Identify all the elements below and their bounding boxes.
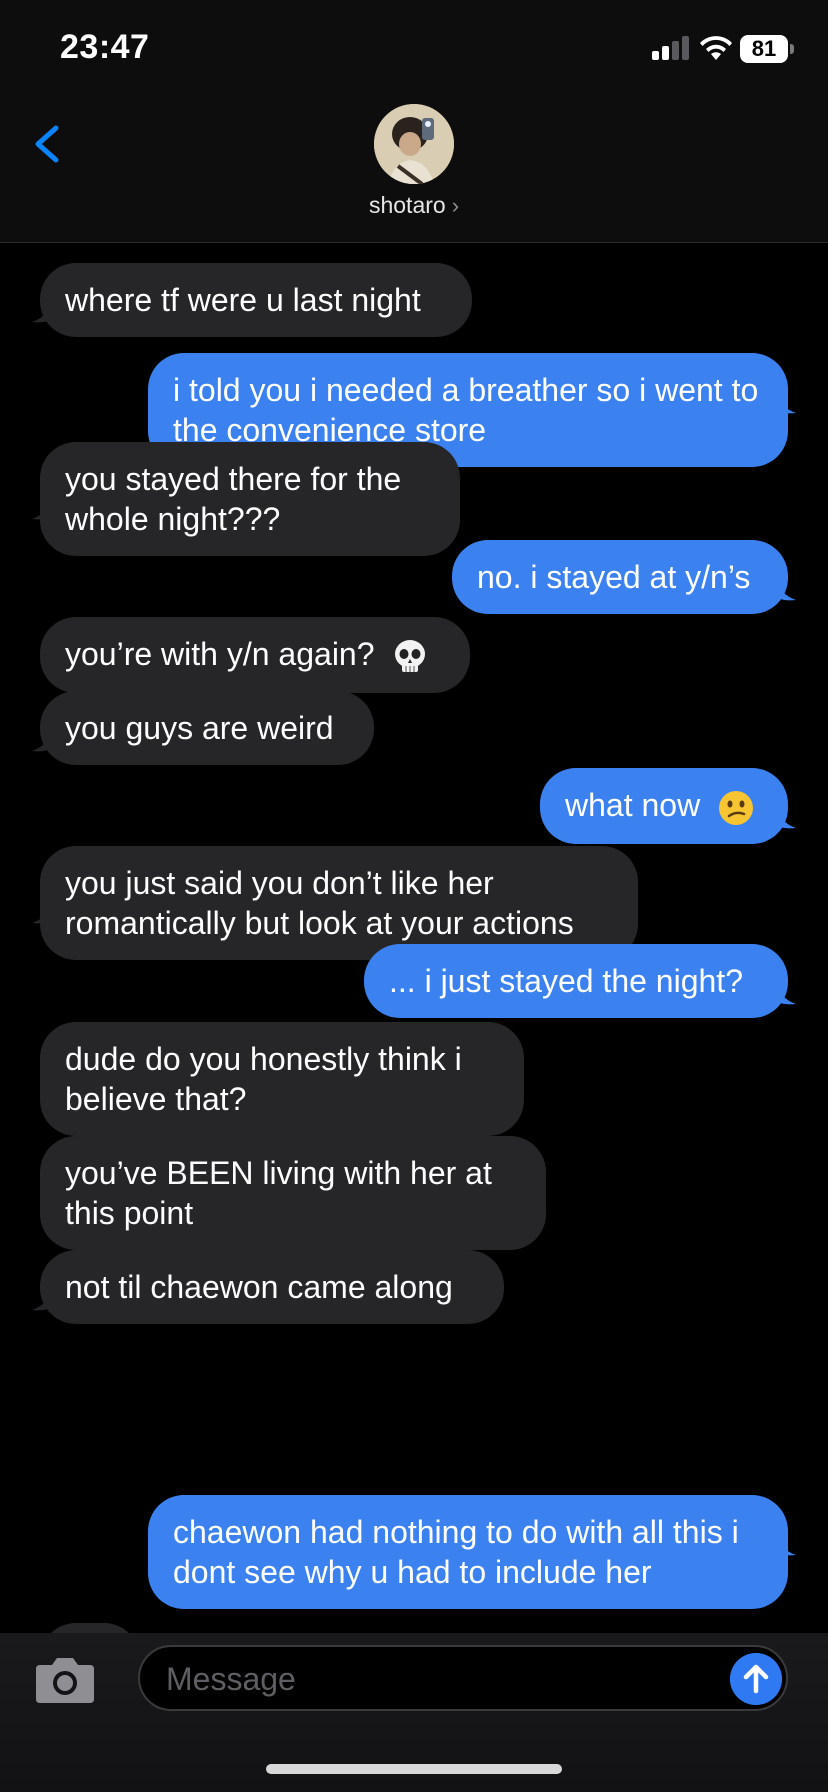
chevron-right-icon: › xyxy=(451,193,460,218)
message-text: you’re with y/n again? xyxy=(65,636,375,672)
message-bubble[interactable]: where tf were u last night xyxy=(40,263,472,337)
avatar-photo xyxy=(374,104,454,184)
message-text: chaewon had nothing to do with all this … xyxy=(173,1514,739,1590)
confused-face-emoji-icon xyxy=(719,790,754,825)
message-bubble[interactable]: you’re with y/n again? xyxy=(40,617,470,693)
message-bubble[interactable]: what now xyxy=(540,768,788,844)
camera-icon[interactable] xyxy=(34,1653,96,1705)
bubble-tail xyxy=(32,899,56,924)
bubble-tail xyxy=(772,1531,796,1556)
skull-emoji-icon xyxy=(395,639,426,672)
home-indicator xyxy=(266,1764,562,1774)
imessage-screen: 23:47 81 shotaro › where tf were u last … xyxy=(0,0,828,1792)
message-text: i told you i needed a breather so i went… xyxy=(173,372,759,448)
message-input[interactable] xyxy=(164,1647,708,1711)
cellular-signal-icon xyxy=(652,36,690,60)
bubble-tail xyxy=(772,576,796,601)
message-text: you stayed there for the whole night??? xyxy=(65,461,402,537)
bubble-tail xyxy=(32,1286,56,1311)
contact-name[interactable]: shotaro › xyxy=(0,192,828,219)
partial-message-bubble xyxy=(40,1623,140,1633)
battery-icon: 81 xyxy=(740,35,788,63)
message-bubble[interactable]: chaewon had nothing to do with all this … xyxy=(148,1495,788,1609)
message-text: you’ve BEEN living with her at this poin… xyxy=(65,1155,492,1231)
contact-name-label: shotaro xyxy=(368,192,446,218)
bubble-tail xyxy=(32,298,56,323)
message-bubble[interactable]: you just said you don’t like her romanti… xyxy=(40,846,638,960)
bubble-tail xyxy=(772,389,796,414)
message-text: you just said you don’t like her romanti… xyxy=(65,865,574,941)
message-bubble[interactable]: you stayed there for the whole night??? xyxy=(40,442,460,556)
message-bubble[interactable]: no. i stayed at y/n’s xyxy=(452,540,788,614)
bubble-tail xyxy=(32,495,56,520)
message-bubble[interactable]: dude do you honestly think i believe tha… xyxy=(40,1022,524,1136)
message-text: dude do you honestly think i believe tha… xyxy=(65,1041,462,1117)
message-text: ... i just stayed the night? xyxy=(389,963,743,999)
message-bubble[interactable]: you’ve BEEN living with her at this poin… xyxy=(40,1136,546,1250)
message-list[interactable]: where tf were u last night i told you i … xyxy=(0,243,828,1633)
status-time: 23:47 xyxy=(60,28,150,66)
message-bubble[interactable]: ... i just stayed the night? xyxy=(364,944,788,1018)
wifi-icon xyxy=(700,36,732,60)
conversation-header: shotaro › xyxy=(0,100,828,243)
message-text: you guys are weird xyxy=(65,710,334,746)
message-bubble[interactable]: not til chaewon came along xyxy=(40,1250,504,1324)
contact-avatar[interactable] xyxy=(374,104,454,184)
message-field[interactable] xyxy=(138,1645,788,1711)
message-text: no. i stayed at y/n’s xyxy=(477,559,751,595)
composer-bar xyxy=(0,1633,828,1792)
back-button[interactable] xyxy=(26,114,66,174)
send-button[interactable] xyxy=(730,1653,782,1705)
message-bubble[interactable]: you guys are weird xyxy=(40,691,374,765)
bubble-tail xyxy=(772,804,796,829)
bubble-tail xyxy=(772,980,796,1005)
status-bar: 23:47 81 xyxy=(0,0,828,100)
message-text: not til chaewon came along xyxy=(65,1269,453,1305)
bubble-tail xyxy=(32,727,56,752)
message-text: where tf were u last night xyxy=(65,282,421,318)
battery-nub xyxy=(790,44,794,54)
message-text: what now xyxy=(565,787,701,823)
